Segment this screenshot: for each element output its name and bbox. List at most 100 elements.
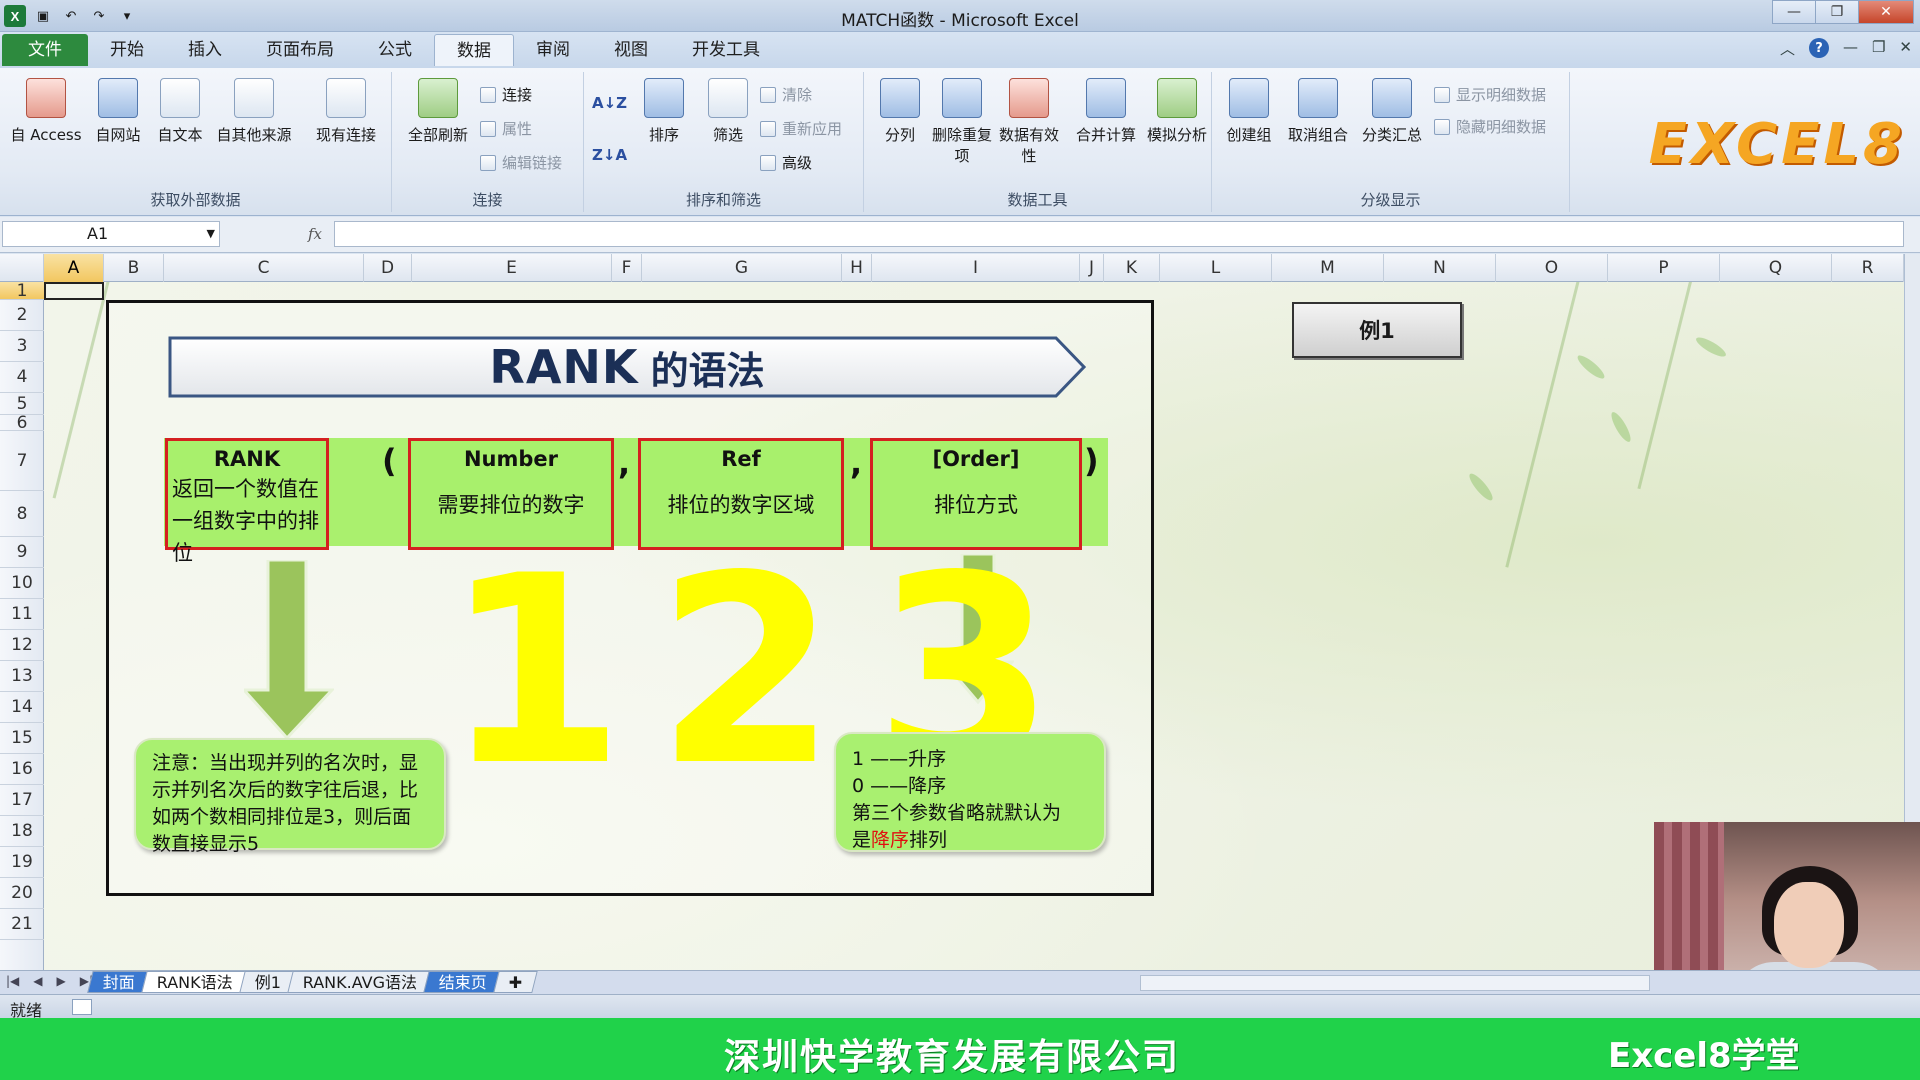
column-header[interactable]: M [1272, 254, 1384, 282]
row-header[interactable]: 19 [0, 847, 44, 878]
row-header[interactable]: 1 [0, 282, 44, 300]
name-box[interactable]: A1 ▼ [2, 221, 220, 247]
doc-close-icon[interactable]: ✕ [1899, 38, 1912, 59]
sort-descending-button[interactable]: Z↓A [592, 146, 627, 164]
select-all-corner[interactable] [0, 254, 44, 282]
row-header[interactable]: 4 [0, 362, 44, 393]
row-header[interactable]: 16 [0, 754, 44, 785]
column-header[interactable]: F [612, 254, 642, 282]
doc-minimize-icon[interactable]: — [1843, 38, 1858, 59]
text-to-columns-button[interactable]: 分列 [870, 78, 930, 145]
ungroup-button[interactable]: 取消组合 [1282, 78, 1354, 145]
doc-restore-icon[interactable]: ❐ [1872, 38, 1885, 59]
group-button[interactable]: 创建组 [1216, 78, 1282, 145]
formula-input[interactable] [334, 221, 1904, 247]
restore-button[interactable]: ❐ [1815, 0, 1859, 24]
tab-view[interactable]: 视图 [592, 34, 670, 66]
column-header[interactable]: P [1608, 254, 1720, 282]
column-header[interactable]: H [842, 254, 872, 282]
example1-button[interactable]: 例1 [1292, 302, 1462, 358]
column-header[interactable]: O [1496, 254, 1608, 282]
row-header[interactable]: 8 [0, 491, 44, 537]
row-header[interactable]: 5 [0, 393, 44, 415]
edit-links-button[interactable]: 编辑链接 [480, 152, 562, 173]
column-header[interactable]: Q [1720, 254, 1832, 282]
from-web-button[interactable]: 自网站 [88, 78, 148, 145]
row-header[interactable]: 18 [0, 816, 44, 847]
tab-page-layout[interactable]: 页面布局 [244, 34, 356, 66]
tab-data[interactable]: 数据 [434, 34, 514, 66]
active-cell-a1[interactable] [44, 282, 104, 300]
column-header[interactable]: G [642, 254, 842, 282]
refresh-all-button[interactable]: 全部刷新 [400, 78, 476, 145]
horizontal-scrollbar[interactable] [1140, 975, 1650, 991]
reapply-button[interactable]: 重新应用 [760, 118, 842, 139]
from-other-sources-button[interactable]: 自其他来源 [210, 78, 298, 145]
row-header[interactable]: 3 [0, 331, 44, 362]
row-header[interactable]: 6 [0, 415, 44, 432]
sheet-tab-rank-avg-syntax[interactable]: RANK.AVG语法 [287, 971, 434, 993]
row-header[interactable]: 17 [0, 785, 44, 816]
column-header[interactable]: A [44, 254, 104, 282]
first-sheet-icon[interactable]: |◀ [6, 974, 19, 988]
show-detail-button[interactable]: 显示明细数据 [1434, 84, 1546, 105]
column-header[interactable]: N [1384, 254, 1496, 282]
consolidate-button[interactable]: 合并计算 [1068, 78, 1144, 145]
row-header[interactable]: 11 [0, 599, 44, 630]
tab-formulas[interactable]: 公式 [356, 34, 434, 66]
tab-review[interactable]: 审阅 [514, 34, 592, 66]
clear-filter-button[interactable]: 清除 [760, 84, 812, 105]
chevron-down-icon[interactable]: ▼ [207, 222, 215, 246]
row-header[interactable]: 7 [0, 431, 44, 491]
sheet-tab-end[interactable]: 结束页 [423, 971, 504, 993]
column-header[interactable]: E [412, 254, 612, 282]
row-header[interactable]: 12 [0, 630, 44, 661]
row-header[interactable]: 10 [0, 568, 44, 599]
row-header[interactable]: 15 [0, 723, 44, 754]
column-header[interactable]: R [1832, 254, 1904, 282]
column-header[interactable]: K [1104, 254, 1160, 282]
column-header[interactable]: D [364, 254, 412, 282]
column-header[interactable]: L [1160, 254, 1272, 282]
sort-ascending-button[interactable]: A↓Z [592, 94, 627, 112]
row-header[interactable]: 9 [0, 537, 44, 568]
next-sheet-icon[interactable]: ▶ [57, 974, 66, 988]
row-header[interactable]: 21 [0, 909, 44, 940]
row-header[interactable]: 2 [0, 300, 44, 331]
data-validation-button[interactable]: 数据有效性 [994, 78, 1064, 166]
column-header[interactable]: B [104, 254, 164, 282]
hide-detail-button[interactable]: 隐藏明细数据 [1434, 116, 1546, 137]
row-header[interactable]: 14 [0, 692, 44, 723]
sort-button[interactable]: 排序 [634, 78, 694, 145]
what-if-analysis-button[interactable]: 模拟分析 [1144, 78, 1210, 145]
macro-record-icon[interactable] [72, 999, 92, 1015]
column-header[interactable]: J [1080, 254, 1104, 282]
subtotal-button[interactable]: 分类汇总 [1356, 78, 1428, 145]
tab-file[interactable]: 文件 [2, 34, 88, 66]
worksheet-area[interactable]: RANK 的语法 RANK 返回一个数值在一组数字中的排位 ( Number 需… [44, 282, 1904, 970]
tab-developer[interactable]: 开发工具 [670, 34, 782, 66]
row-header[interactable]: 20 [0, 878, 44, 909]
close-button[interactable]: ✕ [1858, 0, 1914, 24]
properties-button[interactable]: 属性 [480, 118, 532, 139]
window-controls: — ❐ ✕ [1772, 0, 1914, 24]
from-access-button[interactable]: 自 Access [6, 78, 86, 145]
remove-duplicates-button[interactable]: 删除重复项 [932, 78, 992, 166]
column-header[interactable]: C [164, 254, 364, 282]
tab-home[interactable]: 开始 [88, 34, 166, 66]
tab-insert[interactable]: 插入 [166, 34, 244, 66]
prev-sheet-icon[interactable]: ◀ [33, 974, 42, 988]
insert-function-button[interactable]: fx [232, 221, 332, 247]
advanced-filter-button[interactable]: 高级 [760, 152, 812, 173]
from-text-button[interactable]: 自文本 [150, 78, 210, 145]
help-icon[interactable]: ? [1808, 38, 1829, 58]
connections-button[interactable]: 连接 [480, 84, 532, 105]
insert-sheet-icon[interactable]: ✚ [493, 971, 539, 993]
existing-connections-button[interactable]: 现有连接 [306, 78, 386, 145]
filter-button[interactable]: 筛选 [698, 78, 758, 145]
sheet-tab-rank-syntax[interactable]: RANK语法 [141, 971, 249, 993]
column-header[interactable]: I [872, 254, 1080, 282]
ribbon-collapse-icon[interactable]: ︿ [1780, 38, 1795, 59]
row-header[interactable]: 13 [0, 661, 44, 692]
minimize-button[interactable]: — [1772, 0, 1816, 24]
